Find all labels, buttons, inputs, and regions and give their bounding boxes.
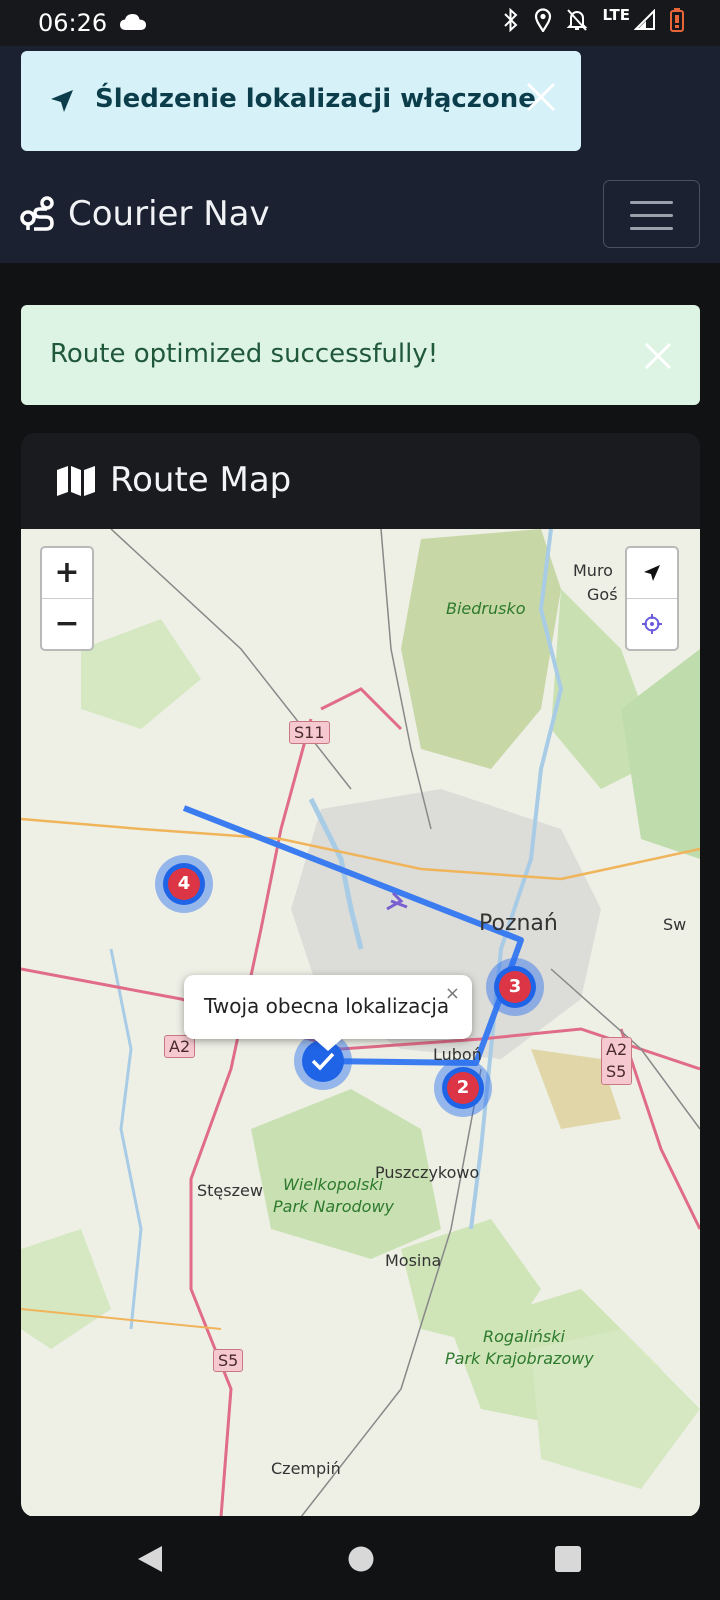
popup-text: Twoja obecna lokalizacja xyxy=(204,994,450,1018)
road-sign: A2 S5 xyxy=(601,1037,633,1085)
map-label: Czempiń xyxy=(271,1459,341,1478)
card-title: Route Map xyxy=(110,460,292,500)
road-sign: S5 xyxy=(213,1349,244,1372)
route-stop-marker[interactable]: 2 xyxy=(434,1059,492,1117)
network-type: LTE xyxy=(602,6,630,24)
brand-title: Courier Nav xyxy=(68,194,270,234)
map-label: Wielkopolski xyxy=(283,1175,384,1194)
map-label: Muro xyxy=(573,561,613,580)
location-control xyxy=(625,546,679,651)
stop-number-badge: 3 xyxy=(499,971,531,1003)
card-header: Route Map xyxy=(21,433,700,529)
checkmark-icon xyxy=(311,1052,335,1071)
close-icon[interactable] xyxy=(525,81,557,113)
success-alert: Route optimized successfully! xyxy=(21,305,700,405)
system-nav-bar xyxy=(0,1516,720,1600)
route-map-card: Route Map + − Biedrusko Muro Goś Poznań … xyxy=(21,433,700,1517)
alert-message: Route optimized successfully! xyxy=(50,339,439,369)
map-label: Poznań xyxy=(479,911,558,936)
zoom-in-button[interactable]: + xyxy=(42,548,92,599)
route-icon xyxy=(20,196,54,231)
stop-number-badge: 4 xyxy=(168,868,200,900)
hamburger-icon xyxy=(630,201,673,204)
hamburger-icon xyxy=(630,227,673,230)
bluetooth-icon xyxy=(504,8,518,32)
zoom-out-button[interactable]: − xyxy=(42,599,92,649)
location-tracking-toast: Śledzenie lokalizacji włączone xyxy=(21,51,581,151)
toast-message: Śledzenie lokalizacji włączone xyxy=(95,84,536,114)
hamburger-icon xyxy=(630,214,673,217)
map-label: Park Narodowy xyxy=(273,1197,395,1216)
map-label: Puszczykowo xyxy=(375,1163,480,1182)
close-icon[interactable] xyxy=(644,342,672,370)
route-map[interactable]: + − Biedrusko Muro Goś Poznań Sw Luboń P… xyxy=(21,529,700,1517)
back-icon[interactable] xyxy=(136,1544,164,1574)
map-label: Mosina xyxy=(385,1251,442,1270)
navbar-brand[interactable]: Courier Nav xyxy=(20,194,270,234)
map-label: Stęszew xyxy=(197,1181,263,1200)
bell-off-icon xyxy=(567,9,588,31)
center-location-button[interactable] xyxy=(627,599,677,649)
signal-icon xyxy=(634,9,655,30)
stop-number-badge: 2 xyxy=(447,1072,479,1104)
map-label: Rogaliński xyxy=(483,1327,565,1346)
popup-tip xyxy=(312,1037,344,1051)
route-stop-marker[interactable]: 3 xyxy=(486,958,544,1016)
road-sign: S11 xyxy=(289,721,330,744)
status-time: 06:26 xyxy=(38,9,108,37)
location-popup: Twoja obecna lokalizacja × xyxy=(184,975,472,1051)
map-label: Sw xyxy=(663,915,687,934)
location-arrow-icon xyxy=(644,565,660,581)
popup-close-button[interactable]: × xyxy=(445,983,460,1004)
cloud-icon xyxy=(120,14,146,30)
status-bar: 06:26 LTE xyxy=(0,0,720,46)
map-label: Biedrusko xyxy=(446,599,526,618)
zoom-control: + − xyxy=(40,546,94,651)
route-stop-marker[interactable]: 4 xyxy=(155,855,213,913)
location-pin-icon xyxy=(535,8,552,32)
locate-button[interactable] xyxy=(627,548,677,599)
battery-low-icon xyxy=(670,8,684,32)
map-label: Goś xyxy=(587,585,618,604)
recents-icon[interactable] xyxy=(554,1545,582,1573)
home-icon[interactable] xyxy=(347,1545,375,1573)
map-icon xyxy=(57,466,95,496)
map-label: Park Krajobrazowy xyxy=(445,1349,594,1368)
menu-toggle-button[interactable] xyxy=(603,180,700,248)
crosshair-icon xyxy=(642,614,662,634)
location-arrow-icon xyxy=(51,90,73,112)
